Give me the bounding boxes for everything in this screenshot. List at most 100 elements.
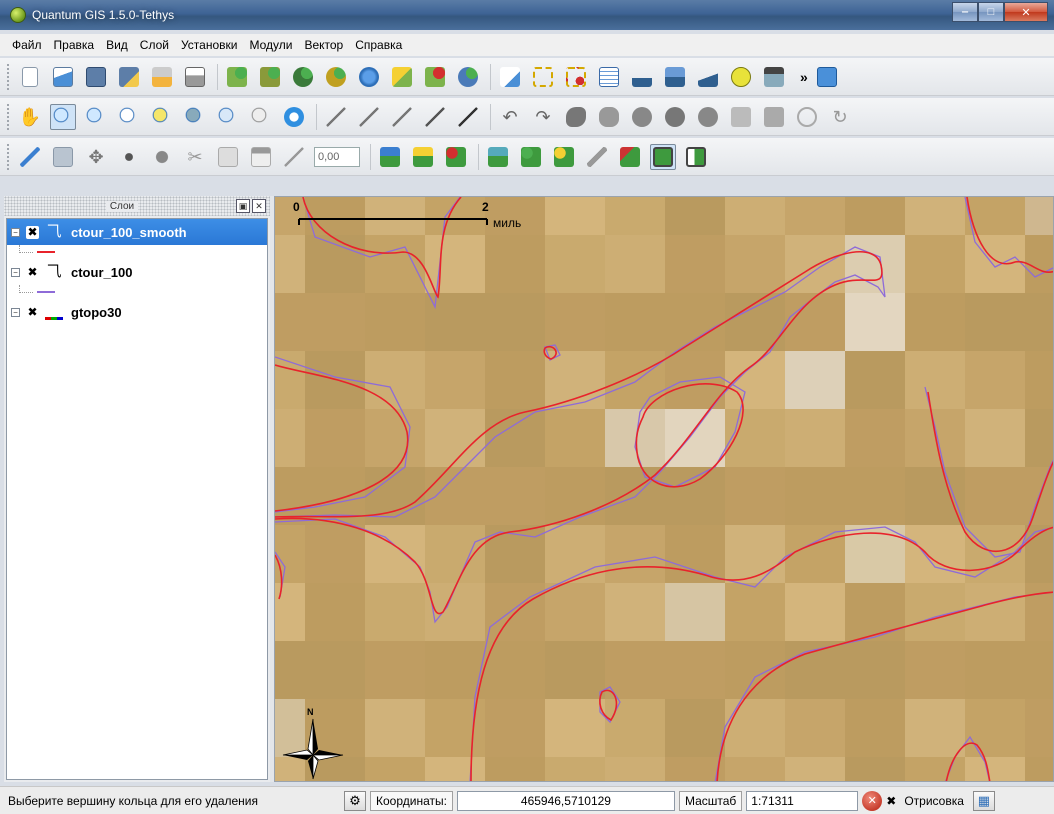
float-panel-icon[interactable]: ▣ [235, 199, 250, 213]
close-panel-icon[interactable]: ✕ [251, 199, 266, 213]
zoom-to-layer-icon[interactable] [182, 104, 208, 130]
raster-edit-icon[interactable] [617, 144, 643, 170]
coordinate-toggle-icon[interactable]: ⚙ [344, 790, 366, 811]
remove-layer-icon[interactable] [422, 64, 448, 90]
python-console-icon[interactable] [814, 64, 840, 90]
capture-node-icon[interactable] [116, 144, 142, 170]
menu-settings[interactable]: Установки [175, 36, 243, 54]
toolbar-overflow-icon[interactable]: » [800, 69, 808, 85]
raster-clip-icon[interactable] [683, 144, 709, 170]
delete-ring-icon[interactable] [422, 104, 448, 130]
map-tips-icon[interactable] [728, 64, 754, 90]
zoom-out-icon[interactable] [83, 104, 109, 130]
simplify-feature-icon[interactable] [323, 104, 349, 130]
zoom-to-selection-icon[interactable] [149, 104, 175, 130]
raster-extent-icon[interactable] [650, 143, 676, 170]
add-raster-layer-icon[interactable] [257, 64, 283, 90]
cut-features-icon[interactable]: ✂ [182, 144, 208, 170]
map-canvas[interactable]: 0 2 миль N [274, 196, 1054, 782]
maximize-button[interactable]: □ [978, 2, 1004, 22]
raster-remove-icon[interactable] [443, 144, 469, 170]
split-features-icon[interactable] [596, 104, 622, 130]
menu-plugins[interactable]: Модули [243, 36, 298, 54]
raster-local-icon[interactable] [485, 144, 511, 170]
node-tool-icon[interactable] [695, 104, 721, 130]
redo-icon[interactable]: ↷ [530, 104, 556, 130]
add-vector-layer-icon[interactable] [224, 64, 250, 90]
reshape-icon[interactable] [563, 104, 589, 130]
collapse-icon[interactable]: − [11, 307, 20, 317]
merge-attributes-icon[interactable] [662, 104, 688, 130]
measure-angle-icon[interactable] [695, 64, 721, 90]
layer-row-ctour-100-smooth[interactable]: − ✖ ⺄ ctour_100_smooth [7, 219, 267, 245]
layer-visibility-checkbox[interactable]: ✖ [26, 225, 39, 239]
paste-features-icon[interactable] [248, 144, 274, 170]
copy-features-icon[interactable] [215, 144, 241, 170]
render-checkbox[interactable]: ✖ [886, 794, 896, 808]
toolbar-grip[interactable] [6, 142, 11, 171]
raster-brush-icon[interactable] [584, 144, 610, 170]
projection-icon[interactable]: ▦ [972, 790, 995, 811]
layers-panel-header[interactable]: Слои ▣ ✕ [4, 196, 270, 216]
layer-row-gtopo30[interactable]: − ✖ gtopo30 [7, 299, 267, 325]
deselect-icon[interactable] [563, 64, 589, 90]
coordinates-field[interactable]: 465946,5710129 [456, 790, 675, 811]
zoom-last-icon[interactable] [215, 104, 241, 130]
zoom-next-icon[interactable] [248, 104, 274, 130]
new-project-icon[interactable] [17, 64, 43, 90]
delete-part-icon[interactable] [455, 104, 481, 130]
offset-tool-icon[interactable] [281, 144, 307, 170]
zoom-full-icon[interactable] [116, 104, 142, 130]
measure-line-icon[interactable] [629, 64, 655, 90]
pan-icon[interactable]: ✋ [17, 104, 43, 130]
stop-render-icon[interactable]: ✕ [862, 790, 883, 811]
minimize-button[interactable]: ‒ [952, 2, 978, 22]
layer-visibility-checkbox[interactable]: ✖ [26, 266, 39, 279]
home-icon[interactable] [761, 64, 787, 90]
layer-row-ctour-100[interactable]: − ✖ ⺄ ctour_100 [7, 259, 267, 285]
raster-stretch-icon[interactable] [410, 144, 436, 170]
menu-view[interactable]: Вид [100, 36, 134, 54]
print-composer-icon[interactable] [149, 64, 175, 90]
save-as-icon[interactable] [116, 64, 142, 90]
undo-icon[interactable]: ↶ [497, 104, 523, 130]
offset-curve-icon[interactable] [761, 104, 787, 130]
close-button[interactable]: ✕ [1004, 2, 1048, 22]
add-ring-icon[interactable] [356, 104, 382, 130]
refresh-icon[interactable] [281, 104, 307, 130]
add-wms-layer-icon[interactable] [356, 64, 382, 90]
print-icon[interactable] [182, 64, 208, 90]
add-spatialite-layer-icon[interactable] [323, 64, 349, 90]
toolbar-grip[interactable] [6, 102, 11, 131]
merge-features-icon[interactable] [629, 104, 655, 130]
add-part-icon[interactable] [389, 104, 415, 130]
menu-help[interactable]: Справка [349, 36, 408, 54]
layer-visibility-checkbox[interactable]: ✖ [26, 306, 39, 319]
toolbar-grip[interactable] [6, 62, 11, 91]
open-project-icon[interactable] [50, 64, 76, 90]
offset-spinbox[interactable]: 0,00 [314, 146, 360, 167]
move-feature-icon[interactable]: ✥ [83, 144, 109, 170]
save-edits-icon[interactable] [50, 144, 76, 170]
new-vector-layer-icon[interactable] [389, 64, 415, 90]
raster-add-icon[interactable] [518, 144, 544, 170]
rotate-icon[interactable]: ↻ [827, 104, 853, 130]
menu-vector[interactable]: Вектор [298, 36, 349, 54]
add-postgis-layer-icon[interactable] [290, 64, 316, 90]
zoom-in-icon[interactable] [50, 103, 76, 130]
delete-selected-icon[interactable] [149, 144, 175, 170]
select-features-icon[interactable] [530, 64, 556, 90]
menu-edit[interactable]: Правка [48, 36, 101, 54]
raster-new-icon[interactable] [551, 144, 577, 170]
menu-file[interactable]: Файл [6, 36, 48, 54]
measure-area-icon[interactable] [662, 64, 688, 90]
toggle-editing-icon[interactable] [17, 144, 43, 170]
collapse-icon[interactable]: − [11, 227, 20, 237]
attribute-table-icon[interactable] [596, 64, 622, 90]
raster-histogram-icon[interactable] [377, 144, 403, 170]
rotate-point-symbols-icon[interactable] [728, 104, 754, 130]
fill-ring-icon[interactable] [794, 104, 820, 130]
save-project-icon[interactable] [83, 64, 109, 90]
collapse-icon[interactable]: − [11, 267, 20, 277]
scale-field[interactable]: 1:71311 [746, 790, 859, 811]
